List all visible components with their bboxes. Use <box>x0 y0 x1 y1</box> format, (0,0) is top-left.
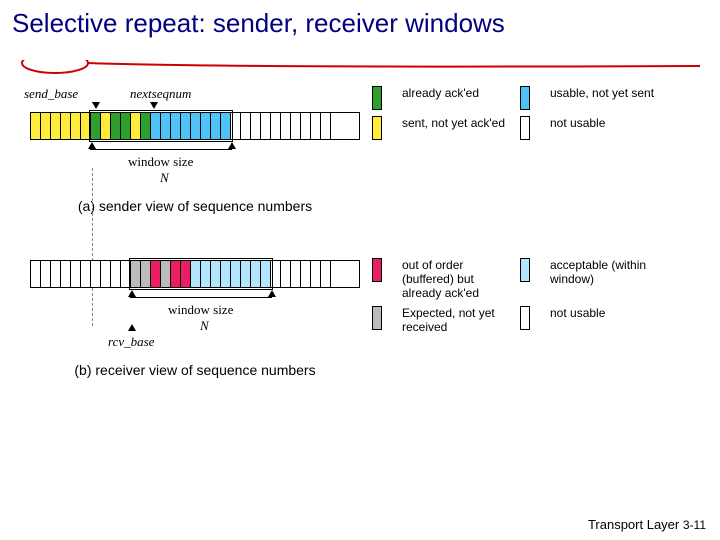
seq-cell <box>261 113 271 139</box>
seq-cell <box>41 113 51 139</box>
seq-cell <box>301 113 311 139</box>
seq-cell <box>61 261 71 287</box>
seq-cell <box>61 113 71 139</box>
legend-acceptable: acceptable (within window) <box>550 258 670 286</box>
legend-sent: sent, not yet ack'ed <box>402 116 512 130</box>
footer-page: 3-11 <box>683 518 706 532</box>
seq-cell <box>41 261 51 287</box>
footer: Transport Layer 3-11 <box>588 517 706 532</box>
page-title: Selective repeat: sender, receiver windo… <box>0 0 720 41</box>
seq-cell <box>31 261 41 287</box>
seq-cell <box>31 113 41 139</box>
seq-cell <box>251 113 261 139</box>
seq-cell <box>311 261 321 287</box>
caption-b: (b) receiver view of sequence numbers <box>30 362 360 378</box>
seq-cell <box>291 261 301 287</box>
window-size-label-a: window size <box>128 154 193 170</box>
swatch-usable-icon <box>520 86 530 110</box>
seq-cell <box>71 261 81 287</box>
footer-chapter: Transport Layer <box>588 517 679 532</box>
n-label-b: N <box>200 318 209 334</box>
seq-cell <box>331 113 340 139</box>
seq-cell <box>81 261 91 287</box>
legend-already-acked: already ack'ed <box>402 86 512 100</box>
legend-notusable: not usable <box>550 116 670 130</box>
seq-cell <box>51 261 61 287</box>
swatch-buffered-icon <box>372 258 382 282</box>
seq-cell <box>291 113 301 139</box>
seq-cell <box>281 113 291 139</box>
send-base-label: send_base <box>24 86 78 102</box>
seq-cell <box>101 261 111 287</box>
swatch-acceptable-icon <box>520 258 530 282</box>
receiver-window-frame <box>129 258 273 290</box>
legend-expected: Expected, not yet received <box>402 306 512 334</box>
sender-area: send_base nextseqnum window size N <box>30 86 360 190</box>
seq-cell <box>321 113 331 139</box>
seq-cell <box>91 261 101 287</box>
seq-cell <box>281 261 291 287</box>
seq-cell <box>331 261 340 287</box>
swatch-notusable-icon <box>520 116 530 140</box>
nextseqnum-label: nextseqnum <box>130 86 191 102</box>
swatch-notusable2-icon <box>520 306 530 330</box>
swatch-expected-icon <box>372 306 382 330</box>
swatch-acked-icon <box>372 86 382 110</box>
sender-window-frame <box>89 110 233 142</box>
swatch-sent-icon <box>372 116 382 140</box>
caption-a: (a) sender view of sequence numbers <box>30 198 360 214</box>
seq-cell <box>241 113 251 139</box>
seq-cell <box>71 113 81 139</box>
window-size-label-b: window size <box>168 302 233 318</box>
n-label-a: N <box>160 170 169 186</box>
diagram-root: send_base nextseqnum window size N alrea… <box>30 80 680 378</box>
seq-cell <box>311 113 321 139</box>
seq-cell <box>51 113 61 139</box>
seq-cell <box>111 261 121 287</box>
receiver-legend: out of order (buffered) but already ack'… <box>372 258 672 334</box>
receiver-area: window size N rcv_base <box>30 254 360 338</box>
legend-usable: usable, not yet sent <box>550 86 670 100</box>
seq-cell <box>271 113 281 139</box>
legend-notusable2: not usable <box>550 306 670 320</box>
seq-cell <box>301 261 311 287</box>
sender-legend: already ack'ed usable, not yet sent sent… <box>372 86 672 140</box>
legend-buffered: out of order (buffered) but already ack'… <box>402 258 512 300</box>
seq-cell <box>321 261 331 287</box>
rcv-base-label: rcv_base <box>108 334 154 350</box>
